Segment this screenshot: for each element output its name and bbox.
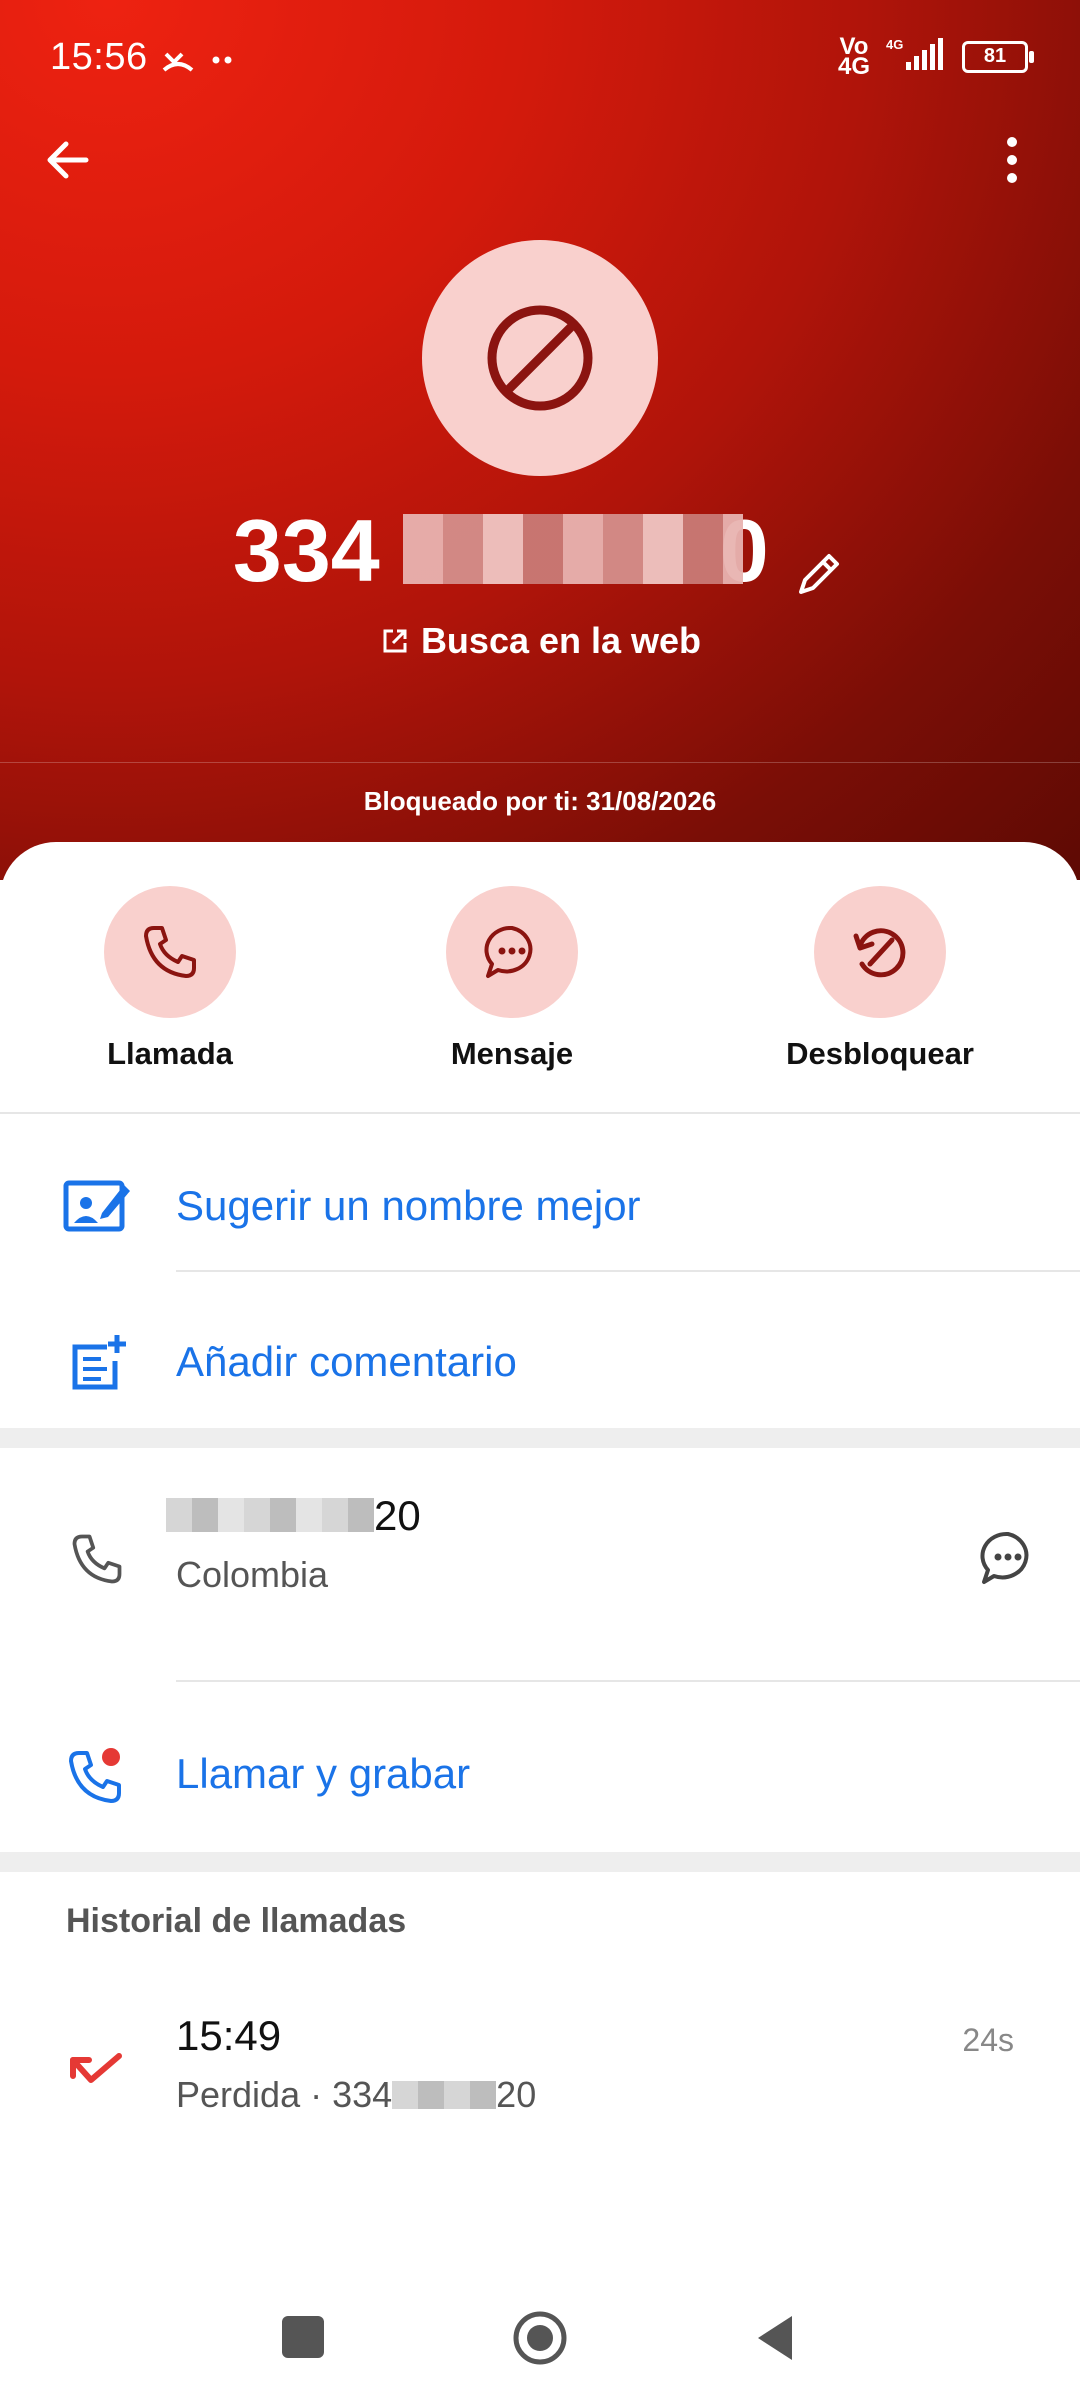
- add-comment-row[interactable]: Añadir comentario: [0, 1298, 1080, 1428]
- phone-location: Colombia: [176, 1554, 329, 1595]
- back-arrow-icon[interactable]: [40, 132, 96, 188]
- send-message-icon[interactable]: [976, 1526, 1040, 1590]
- call-record-row[interactable]: Llamar y grabar: [0, 1710, 1080, 1840]
- unblock-button[interactable]: Desbloquear: [770, 886, 990, 1072]
- redacted-digits: [166, 1498, 374, 1532]
- contact-number[interactable]: 334 0: [233, 500, 769, 602]
- open-external-icon: [383, 629, 407, 653]
- missed-call-status-icon: [160, 40, 240, 85]
- phone-number-text: 20: [166, 1492, 421, 1540]
- blocked-date-text: Bloqueado por ti: 31/08/2026: [363, 786, 717, 816]
- unblock-icon: [814, 886, 946, 1018]
- more-options-icon[interactable]: [984, 132, 1040, 188]
- svg-text:4G: 4G: [886, 37, 903, 52]
- message-label: Mensaje: [450, 1036, 574, 1071]
- call-time: 15:49: [176, 2012, 282, 2059]
- action-buttons: Llamada Mensaje Desbloquear: [0, 886, 1080, 1076]
- recents-button[interactable]: [282, 2316, 324, 2358]
- divider: [176, 1270, 1080, 1272]
- call-label: Llamada: [107, 1036, 233, 1071]
- section-divider: [0, 1852, 1080, 1872]
- message-icon: [446, 886, 578, 1018]
- divider: [176, 1680, 1080, 1682]
- top-navigation: [0, 120, 1080, 200]
- divider: [0, 1112, 1080, 1114]
- call-history-title: Historial de llamadas: [66, 1902, 407, 1940]
- back-nav-button[interactable]: [752, 2310, 800, 2366]
- missed-call-icon: [60, 2034, 134, 2108]
- signal-icon: 4G: [886, 36, 946, 77]
- search-web-link[interactable]: Busca en la web: [0, 620, 1080, 662]
- status-time: 15:56: [50, 36, 148, 78]
- call-button[interactable]: Llamada: [60, 886, 280, 1072]
- add-comment-label: Añadir comentario: [176, 1338, 517, 1385]
- phone-number-row[interactable]: 20 Colombia: [0, 1482, 1080, 1642]
- redacted-digits: [392, 2081, 497, 2109]
- section-divider: [0, 1428, 1080, 1448]
- call-record-label: Llamar y grabar: [176, 1750, 471, 1797]
- call-detail: Perdida · 334 20: [176, 2074, 537, 2115]
- edit-pencil-icon[interactable]: [791, 546, 847, 607]
- battery-indicator: 81: [962, 40, 1034, 73]
- volte-indicator: Vo 4G: [837, 32, 870, 80]
- message-button[interactable]: Mensaje: [402, 886, 622, 1072]
- contact-number-row: 334 0: [0, 500, 1080, 600]
- call-record-icon: [60, 1738, 134, 1812]
- contact-header: 15:56 Vo 4G 4G 81 334 0 Busca en la web …: [0, 0, 1080, 880]
- home-button[interactable]: [512, 2310, 568, 2366]
- blocked-icon: [487, 305, 593, 411]
- header-divider: [0, 762, 1080, 763]
- phone-icon: [104, 886, 236, 1018]
- add-comment-icon: [60, 1326, 134, 1400]
- phone-icon: [60, 1522, 134, 1596]
- redacted-digits: [402, 514, 743, 584]
- unblock-label: Desbloquear: [786, 1036, 974, 1071]
- details-sheet: Llamada Mensaje Desbloquear Sugerir un n…: [0, 842, 1080, 2400]
- call-duration: 24s: [962, 2022, 1014, 2058]
- blocked-avatar: [422, 240, 658, 476]
- suggest-name-label: Sugerir un nombre mejor: [176, 1182, 641, 1229]
- suggest-name-icon: [60, 1168, 134, 1242]
- suggest-name-row[interactable]: Sugerir un nombre mejor: [0, 1142, 1080, 1272]
- system-navigation-bar: [0, 2280, 1080, 2400]
- status-bar: 15:56 Vo 4G 4G 81: [0, 0, 1080, 120]
- call-history-item[interactable]: 15:49 Perdida · 334 20 24s: [0, 2012, 1080, 2142]
